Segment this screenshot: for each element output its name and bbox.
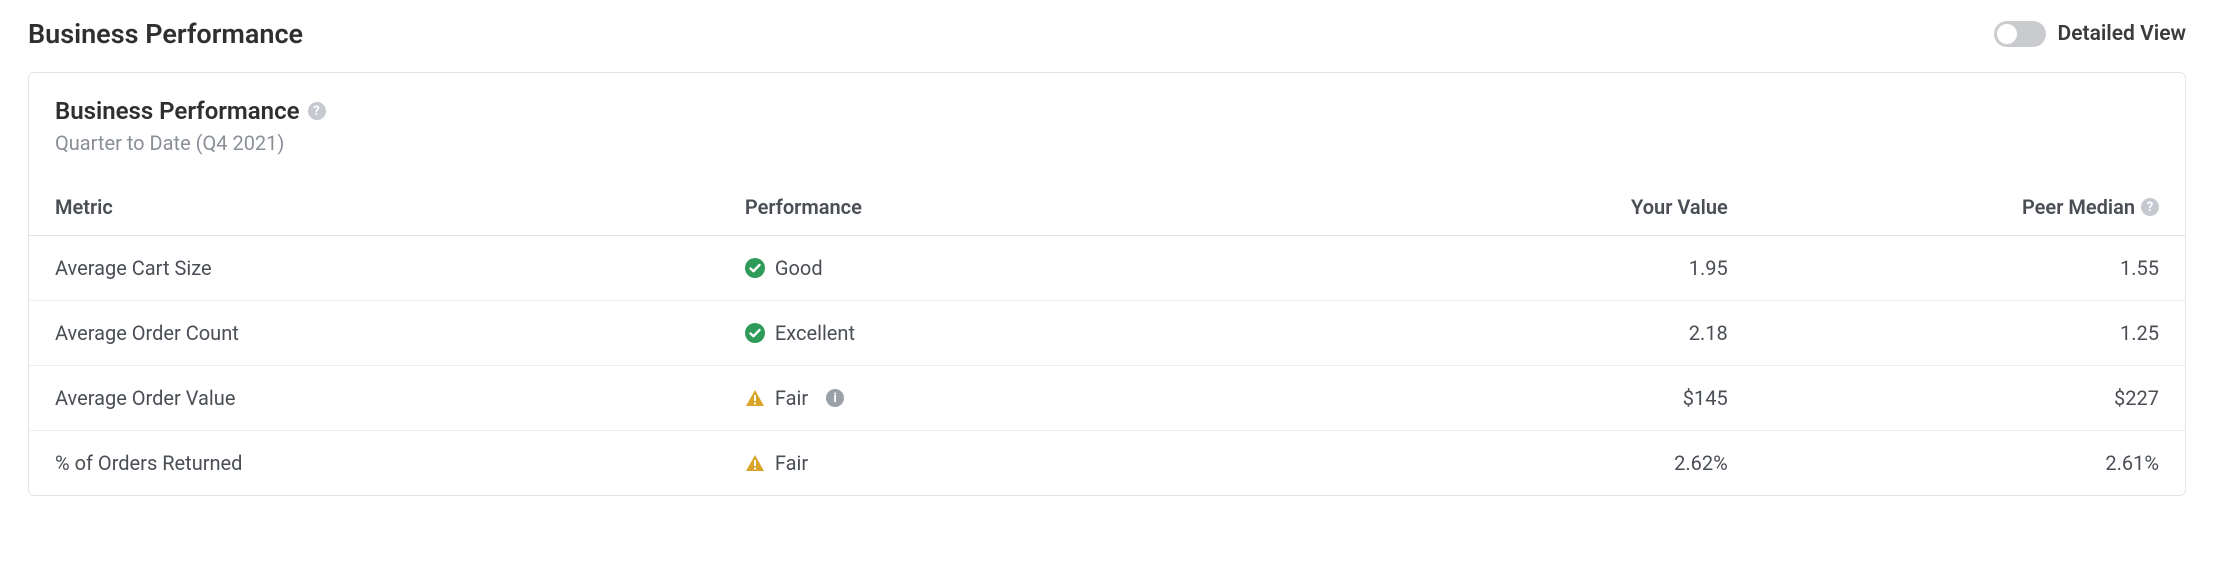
col-header-metric: Metric	[29, 179, 719, 236]
col-header-performance: Performance	[719, 179, 1323, 236]
table-row: Average Order Count Excellent 2.181.25	[29, 301, 2185, 366]
your-value-cell: 2.18	[1323, 301, 1754, 366]
your-value-cell: 2.62%	[1323, 431, 1754, 496]
metric-cell: Average Order Value	[29, 366, 719, 431]
col-header-your-value: Your Value	[1323, 179, 1754, 236]
performance-label: Excellent	[775, 321, 855, 345]
peer-median-cell: 1.55	[1754, 236, 2185, 301]
check-circle-icon	[745, 258, 765, 278]
performance-cell: Fair	[719, 431, 1323, 496]
page-title: Business Performance	[28, 18, 303, 50]
peer-median-cell: $227	[1754, 366, 2185, 431]
performance-cell: Fairi	[719, 366, 1323, 431]
table-row: Average Order ValueFairi$145$227	[29, 366, 2185, 431]
help-icon[interactable]: ?	[308, 102, 326, 120]
peer-median-cell: 1.25	[1754, 301, 2185, 366]
your-value-cell: $145	[1323, 366, 1754, 431]
col-header-peer-median: Peer Median ?	[1754, 179, 2185, 236]
table-header-row: Metric Performance Your Value Peer Media…	[29, 179, 2185, 236]
your-value-cell: 1.95	[1323, 236, 1754, 301]
info-icon[interactable]: i	[826, 389, 844, 407]
card-subtitle: Quarter to Date (Q4 2021)	[55, 131, 2159, 155]
performance-label: Good	[775, 256, 823, 280]
business-performance-card: Business Performance ? Quarter to Date (…	[28, 72, 2186, 496]
performance-label: Fair	[775, 451, 808, 475]
table-row: % of Orders Returned Fair 2.62%2.61%	[29, 431, 2185, 496]
metric-cell: % of Orders Returned	[29, 431, 719, 496]
metrics-table: Metric Performance Your Value Peer Media…	[29, 179, 2185, 495]
detailed-view-toggle[interactable]	[1994, 21, 2046, 47]
warning-triangle-icon	[745, 453, 765, 473]
check-circle-icon	[745, 323, 765, 343]
performance-cell: Good	[719, 236, 1323, 301]
detailed-view-toggle-label: Detailed View	[2058, 22, 2186, 46]
metric-cell: Average Order Count	[29, 301, 719, 366]
performance-label: Fair	[775, 386, 808, 410]
peer-median-cell: 2.61%	[1754, 431, 2185, 496]
page-header: Business Performance Detailed View	[28, 18, 2186, 50]
detailed-view-toggle-wrap: Detailed View	[1994, 21, 2186, 47]
metric-cell: Average Cart Size	[29, 236, 719, 301]
warning-triangle-icon	[745, 388, 765, 408]
card-title: Business Performance	[55, 97, 300, 125]
card-header: Business Performance ? Quarter to Date (…	[29, 97, 2185, 165]
col-header-peer-median-label: Peer Median	[2022, 195, 2135, 219]
performance-cell: Excellent	[719, 301, 1323, 366]
help-icon[interactable]: ?	[2141, 198, 2159, 216]
table-row: Average Cart Size Good 1.951.55	[29, 236, 2185, 301]
